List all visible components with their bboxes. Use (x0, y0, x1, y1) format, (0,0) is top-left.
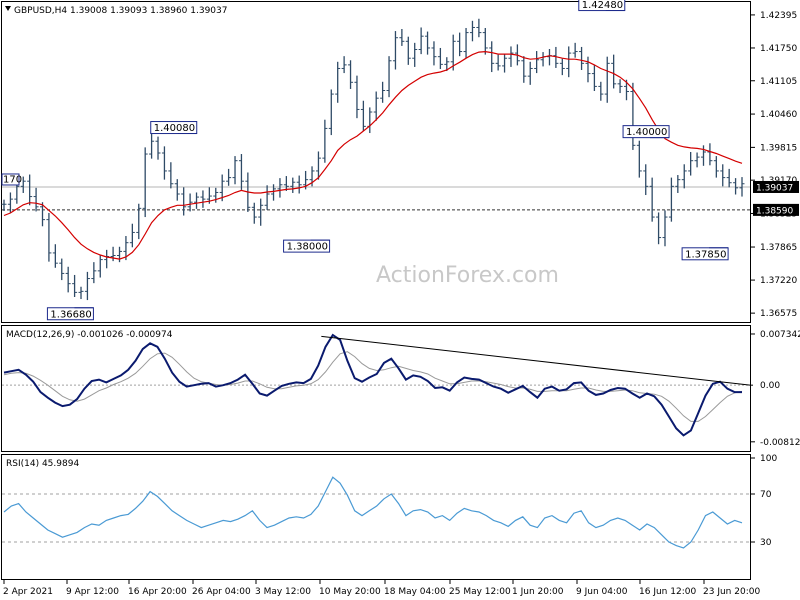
price-y-tick-label: 1.37220 (760, 276, 797, 286)
rsi-panel-title: RSI(14) 45.9894 (6, 459, 79, 469)
price-annotation-label: 1.37850 (685, 249, 726, 260)
left-edge-label: 170 (3, 174, 22, 185)
price-annotation-label: 1.36680 (50, 309, 91, 320)
price-annotation-label: 1.40080 (154, 123, 195, 134)
price-panel-title: GBPUSD,H4 1.39008 1.39093 1.38960 1.3903… (14, 6, 227, 16)
x-tick-label: 10 May 20:00 (319, 587, 381, 597)
price-y-tick-label: 1.40460 (760, 110, 797, 120)
rsi-y-tick-label: 100 (760, 454, 777, 464)
rsi-y-tick-label: 30 (760, 538, 772, 548)
price-annotation-label: 1.42480 (582, 0, 623, 11)
watermark: ActionForex.com (376, 263, 559, 288)
macd-y-tick-label: 0.00 (760, 381, 780, 391)
rsi-y-tick-label: 70 (760, 490, 772, 500)
macd-y-tick-label: -0.008126 (760, 438, 800, 448)
x-tick-label: 9 Apr 12:00 (66, 587, 119, 597)
x-tick-label: 16 Apr 20:00 (128, 587, 187, 597)
macd-y-tick-label: 0.007342 (760, 330, 800, 340)
price-y-tick-label: 1.37865 (760, 243, 797, 253)
price-annotation-label: 1.40000 (626, 127, 667, 138)
x-tick-label: 9 Jun 04:00 (576, 587, 628, 597)
x-tick-label: 16 Jun 12:00 (639, 587, 696, 597)
price-y-tick-label: 1.41105 (760, 77, 797, 87)
price-y-tick-label: 1.39815 (760, 143, 797, 153)
price-y-tick-label: 1.42395 (760, 11, 797, 21)
current-price-tag-label: 1.39037 (756, 183, 793, 193)
x-tick-label: 3 May 12:00 (255, 587, 311, 597)
gbpusd-chart: ActionForex.com 1.36680 1.40080 1.38000 1.4… (1, 0, 800, 597)
price-y-tick-label: 1.36575 (760, 309, 797, 319)
macd-panel-title: MACD(12,26,9) -0.001026 -0.000974 (6, 330, 173, 340)
x-tick-label: 1 Jun 20:00 (512, 587, 564, 597)
support-tag-label: 1.38590 (756, 206, 793, 216)
rsi-panel-frame (1, 454, 751, 580)
x-tick-label: 26 Apr 04:00 (192, 587, 251, 597)
macd-panel-frame (1, 325, 751, 452)
x-tick-label: 18 May 04:00 (384, 587, 446, 597)
price-y-tick-label: 1.41750 (760, 44, 797, 54)
price-annotation-label: 1.38000 (287, 242, 328, 253)
x-tick-label: 23 Jun 20:00 (703, 587, 760, 597)
x-tick-label: 2 Apr 2021 (3, 587, 53, 597)
x-tick-label: 25 May 12:00 (449, 587, 511, 597)
